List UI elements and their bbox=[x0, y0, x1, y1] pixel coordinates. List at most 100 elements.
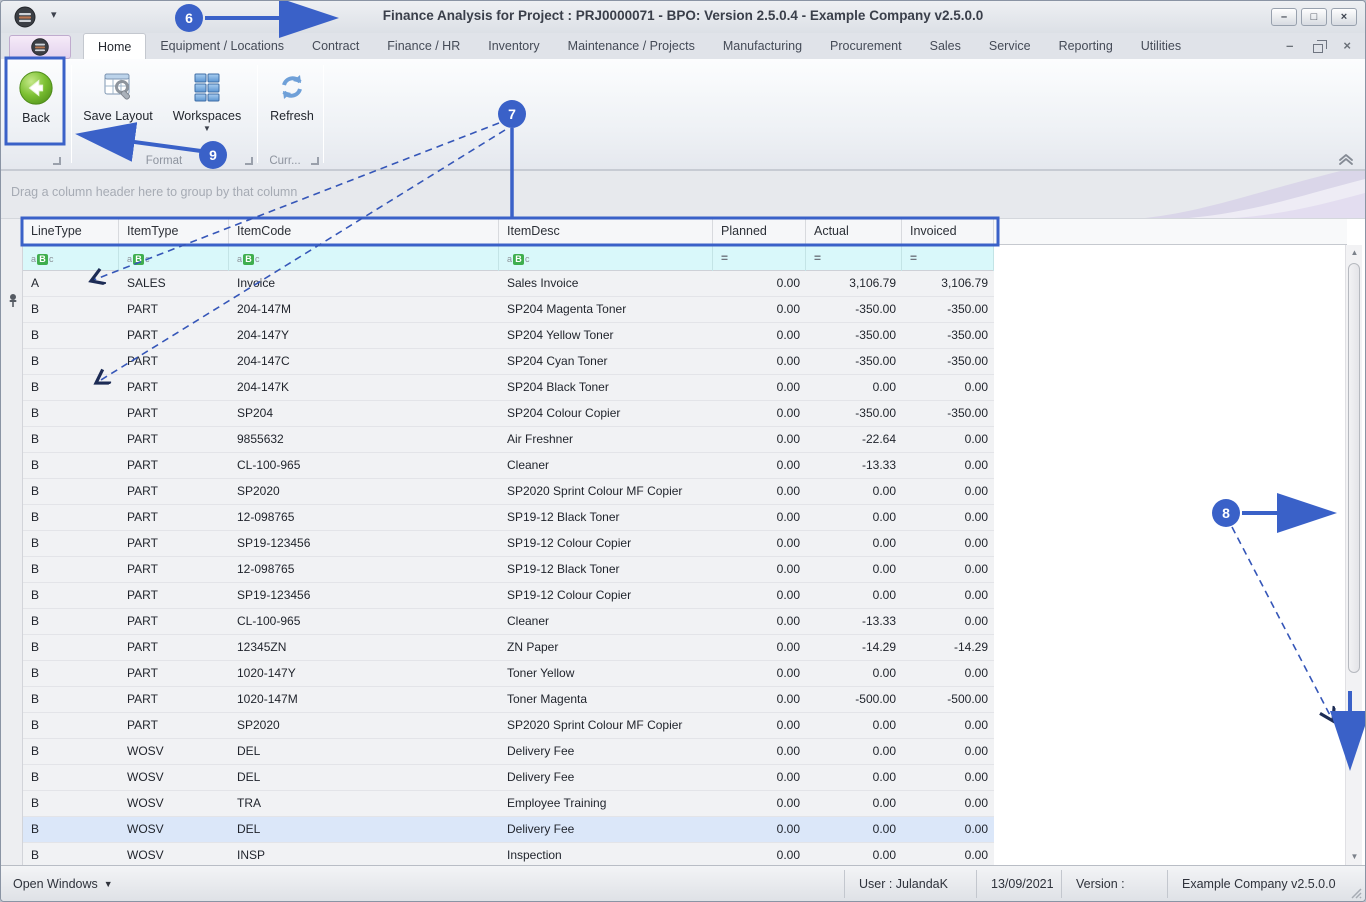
grid-cell[interactable]: WOSV bbox=[119, 817, 229, 842]
grid-cell[interactable]: 0.00 bbox=[902, 505, 994, 530]
grid-cell[interactable]: PART bbox=[119, 479, 229, 504]
filter-cell-planned[interactable]: = bbox=[713, 245, 806, 271]
grid-cell[interactable]: WOSV bbox=[119, 739, 229, 764]
grid-row-4[interactable]: B PART 204-147K SP204 Black Toner 0.00 0.00 0.… bbox=[23, 375, 994, 401]
grid-cell[interactable]: 0.00 bbox=[902, 479, 994, 504]
grid-cell[interactable]: 0.00 bbox=[713, 323, 806, 348]
scrollbar-thumb[interactable] bbox=[1348, 263, 1360, 673]
grid-cell[interactable]: PART bbox=[119, 375, 229, 400]
close-button[interactable]: × bbox=[1331, 8, 1357, 26]
grid-cell[interactable]: 0.00 bbox=[902, 713, 994, 738]
column-header-itemcode[interactable]: ItemCode bbox=[229, 219, 499, 245]
grid-cell[interactable]: PART bbox=[119, 609, 229, 634]
grid-cell[interactable]: B bbox=[23, 349, 119, 374]
grid-cell[interactable]: B bbox=[23, 713, 119, 738]
tab-manufacturing[interactable]: Manufacturing bbox=[709, 33, 816, 59]
grid-cell[interactable]: B bbox=[23, 687, 119, 712]
grid-cell[interactable]: B bbox=[23, 609, 119, 634]
grid-cell[interactable]: 0.00 bbox=[806, 583, 902, 608]
grid-cell[interactable]: 0.00 bbox=[806, 375, 902, 400]
grid-cell[interactable]: 0.00 bbox=[713, 817, 806, 842]
tab-inventory[interactable]: Inventory bbox=[474, 33, 553, 59]
grid-cell[interactable]: B bbox=[23, 661, 119, 686]
grid-cell[interactable]: 0.00 bbox=[806, 661, 902, 686]
grid-cell[interactable]: 12-098765 bbox=[229, 557, 499, 582]
filter-cell-itemcode[interactable]: aBc bbox=[229, 245, 499, 271]
grid-cell[interactable]: B bbox=[23, 453, 119, 478]
grid-row-7[interactable]: B PART CL-100-965 Cleaner 0.00 -13.33 0.00 bbox=[23, 453, 994, 479]
grid-cell[interactable]: -350.00 bbox=[902, 349, 994, 374]
grid-cell[interactable]: Inspection bbox=[499, 843, 713, 865]
grid-cell[interactable]: 0.00 bbox=[806, 843, 902, 865]
grid-cell[interactable]: -13.33 bbox=[806, 609, 902, 634]
grid-cell[interactable]: SP19-12 Colour Copier bbox=[499, 531, 713, 556]
grid-cell[interactable]: DEL bbox=[229, 817, 499, 842]
grid-cell[interactable]: SP204 Black Toner bbox=[499, 375, 713, 400]
mdi-close-icon[interactable]: × bbox=[1343, 37, 1351, 55]
grid-row-1[interactable]: B PART 204-147M SP204 Magenta Toner 0.00 -350… bbox=[23, 297, 994, 323]
grid-row-19[interactable]: B WOSV DEL Delivery Fee 0.00 0.00 0.00 bbox=[23, 765, 994, 791]
grid-cell[interactable]: Delivery Fee bbox=[499, 765, 713, 790]
grid-cell[interactable]: 1020-147Y bbox=[229, 661, 499, 686]
grid-cell[interactable]: -500.00 bbox=[902, 687, 994, 712]
grid-cell[interactable]: B bbox=[23, 765, 119, 790]
grid-cell[interactable]: B bbox=[23, 505, 119, 530]
grid-cell[interactable]: -350.00 bbox=[806, 401, 902, 426]
filter-cell-itemtype[interactable]: aBc bbox=[119, 245, 229, 271]
grid-cell[interactable]: 0.00 bbox=[713, 505, 806, 530]
grid-cell[interactable]: PART bbox=[119, 323, 229, 348]
grid-cell[interactable]: 0.00 bbox=[713, 375, 806, 400]
grid-cell[interactable]: SP204 Colour Copier bbox=[499, 401, 713, 426]
grid-cell[interactable]: DEL bbox=[229, 765, 499, 790]
grid-row-0[interactable]: A SALES Invoice Sales Invoice 0.00 3,106.79 3,… bbox=[23, 271, 994, 297]
grid-cell[interactable]: B bbox=[23, 557, 119, 582]
grid-cell[interactable]: SP19-12 Colour Copier bbox=[499, 583, 713, 608]
grid-cell[interactable]: PART bbox=[119, 687, 229, 712]
grid-cell[interactable]: 3,106.79 bbox=[902, 271, 994, 296]
grid-cell[interactable]: 0.00 bbox=[713, 713, 806, 738]
grid-cell[interactable]: 0.00 bbox=[902, 375, 994, 400]
grid-cell[interactable]: 0.00 bbox=[902, 739, 994, 764]
scroll-up-icon[interactable]: ▲ bbox=[1346, 245, 1363, 261]
grid-cell[interactable]: 0.00 bbox=[713, 687, 806, 712]
filter-cell-linetype[interactable]: aBc bbox=[23, 245, 119, 271]
grid-cell[interactable]: 0.00 bbox=[806, 765, 902, 790]
grid-row-12[interactable]: B PART SP19-123456 SP19-12 Colour Copier 0.0… bbox=[23, 583, 994, 609]
grid-row-5[interactable]: B PART SP204 SP204 Colour Copier 0.00 -350.00… bbox=[23, 401, 994, 427]
grid-row-21[interactable]: B WOSV DEL Delivery Fee 0.00 0.00 0.00 bbox=[23, 817, 994, 843]
grid-cell[interactable]: 3,106.79 bbox=[806, 271, 902, 296]
grid-cell[interactable]: 0.00 bbox=[902, 661, 994, 686]
tab-maintenance-projects[interactable]: Maintenance / Projects bbox=[554, 33, 709, 59]
save-layout-button[interactable]: Save Layout bbox=[81, 63, 155, 123]
grid-cell[interactable]: 0.00 bbox=[902, 843, 994, 865]
grid-cell[interactable]: 0.00 bbox=[713, 297, 806, 322]
grid-cell[interactable]: 0.00 bbox=[713, 661, 806, 686]
grid-cell[interactable]: 204-147Y bbox=[229, 323, 499, 348]
grid-row-3[interactable]: B PART 204-147C SP204 Cyan Toner 0.00 -350.00… bbox=[23, 349, 994, 375]
grid-cell[interactable]: B bbox=[23, 583, 119, 608]
grid-cell[interactable]: -350.00 bbox=[806, 349, 902, 374]
grid-cell[interactable]: 1020-147M bbox=[229, 687, 499, 712]
grid-cell[interactable]: 0.00 bbox=[713, 635, 806, 660]
grid-cell[interactable]: SP204 bbox=[229, 401, 499, 426]
workspaces-button[interactable]: Workspaces ▼ bbox=[167, 63, 247, 133]
grid-cell[interactable]: 0.00 bbox=[902, 765, 994, 790]
grid-cell[interactable]: B bbox=[23, 297, 119, 322]
grid-cell[interactable]: 0.00 bbox=[902, 817, 994, 842]
grid-row-10[interactable]: B PART SP19-123456 SP19-12 Colour Copier 0.0… bbox=[23, 531, 994, 557]
grid-cell[interactable]: -13.33 bbox=[806, 453, 902, 478]
resize-grip-icon[interactable] bbox=[1350, 887, 1362, 899]
minimize-button[interactable]: – bbox=[1271, 8, 1297, 26]
filter-cell-invoiced[interactable]: = bbox=[902, 245, 994, 271]
grid-cell[interactable]: SP19-12 Black Toner bbox=[499, 505, 713, 530]
tab-sales[interactable]: Sales bbox=[916, 33, 975, 59]
mdi-minimize-icon[interactable]: – bbox=[1286, 37, 1293, 55]
group-by-panel[interactable]: Drag a column header here to group by th… bbox=[1, 171, 1365, 219]
grid-cell[interactable]: B bbox=[23, 531, 119, 556]
grid-cell[interactable]: SP204 Magenta Toner bbox=[499, 297, 713, 322]
mdi-restore-icon[interactable] bbox=[1313, 40, 1327, 53]
grid-cell[interactable]: -22.64 bbox=[806, 427, 902, 452]
grid-cell[interactable]: SP2020 bbox=[229, 479, 499, 504]
grid-cell[interactable]: -350.00 bbox=[902, 401, 994, 426]
grid-cell[interactable]: 0.00 bbox=[713, 557, 806, 582]
